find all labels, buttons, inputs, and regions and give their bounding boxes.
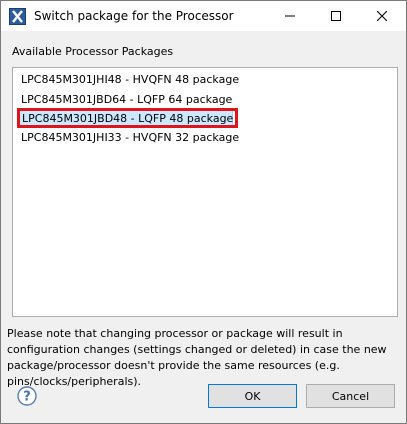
packages-listbox[interactable]: LPC845M301JHI48 - HVQFN 48 package LPC84… [12, 67, 398, 317]
dialog-window: Switch package for the Processor Availab… [0, 0, 407, 424]
svg-text:?: ? [23, 390, 31, 405]
minimize-icon [285, 15, 295, 17]
help-icon: ? [17, 386, 37, 406]
window-title: Switch package for the Processor [34, 9, 234, 23]
list-item-package-4[interactable]: LPC845M301JHI33 - HVQFN 32 package [21, 130, 239, 146]
maximize-icon [331, 11, 341, 21]
cancel-button[interactable]: Cancel [306, 384, 395, 408]
red-highlight-annotation [17, 108, 238, 128]
title-bar[interactable]: Switch package for the Processor [1, 1, 406, 31]
list-item-package-1[interactable]: LPC845M301JHI48 - HVQFN 48 package [21, 72, 239, 88]
packages-group-label: Available Processor Packages [12, 45, 174, 58]
package-change-note: Please note that changing processor or p… [7, 327, 387, 388]
list-item-package-2[interactable]: LPC845M301JBD64 - LQFP 64 package [21, 92, 232, 108]
ok-button[interactable]: OK [208, 384, 297, 408]
x-app-icon [9, 8, 26, 25]
help-button[interactable]: ? [17, 386, 37, 406]
close-button[interactable] [359, 1, 405, 31]
maximize-button[interactable] [313, 1, 359, 31]
minimize-button[interactable] [267, 1, 313, 31]
close-icon [377, 11, 387, 21]
